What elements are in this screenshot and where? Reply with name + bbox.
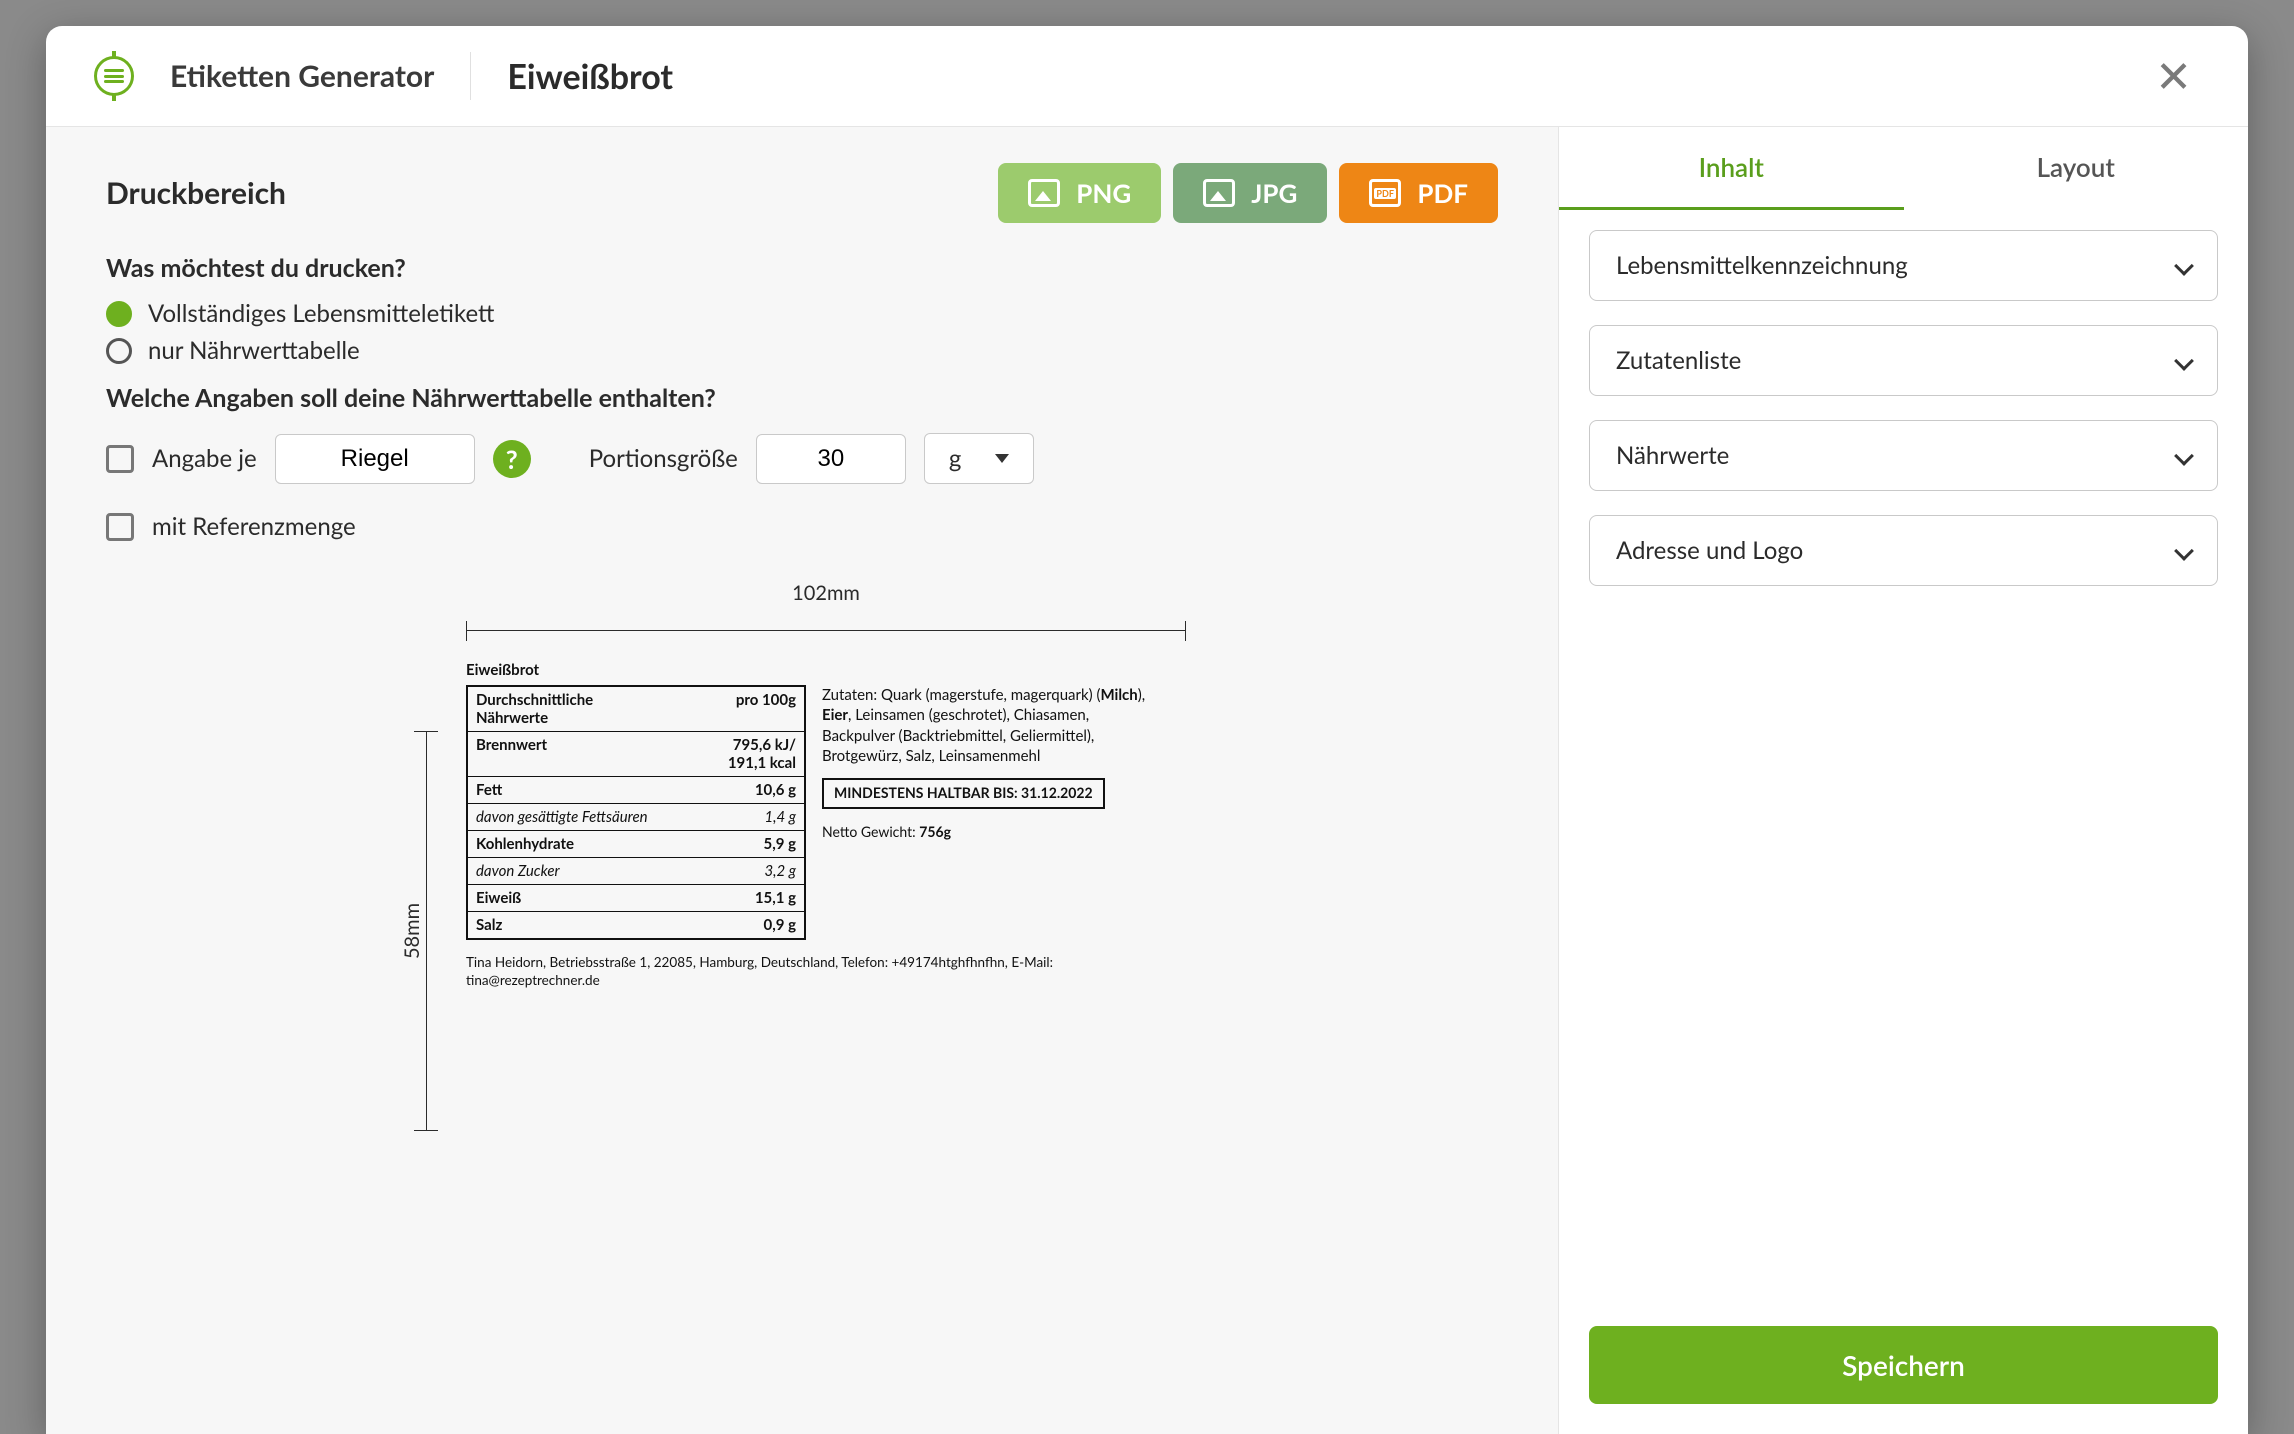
dimension-height-value: 58mm — [400, 903, 424, 959]
divider — [470, 52, 471, 100]
nutr-row-key: Eiweiß — [476, 889, 521, 907]
radio-full-label-row[interactable]: Vollständiges Lebensmitteletikett — [106, 299, 1498, 328]
nutr-row-key: davon Zucker — [476, 862, 560, 880]
reference-amount-label: mit Referenzmenge — [152, 512, 356, 541]
nutr-row-key: Salz — [476, 916, 502, 934]
net-weight-value: 756g — [919, 823, 951, 840]
ingredients-block: Zutaten: Quark (magerstufe, magerquark) … — [822, 685, 1152, 940]
accordion-address-logo[interactable]: Adresse und Logo — [1589, 515, 2218, 586]
preview-product-title: Eiweißbrot — [466, 661, 1186, 679]
nutr-row-value: 1,4 g — [764, 808, 796, 826]
dimension-width-value: 102mm — [792, 581, 860, 605]
export-png-button[interactable]: PNG — [998, 163, 1161, 223]
checkbox-reference-amount[interactable] — [106, 513, 134, 541]
nutr-row-value: 3,2 g — [764, 862, 796, 880]
question-what-print: Was möchtest du drucken? — [106, 253, 1498, 283]
best-before-box: MINDESTENS HALTBAR BIS: 31.12.2022 — [822, 778, 1105, 809]
nutr-row-key: Fett — [476, 781, 502, 799]
chevron-down-icon — [2174, 351, 2194, 371]
caret-down-icon — [995, 454, 1009, 463]
section-title: Druckbereich — [106, 175, 286, 211]
nutr-row-key: Brennwert — [476, 736, 547, 772]
net-weight: Netto Gewicht: 756g — [822, 823, 1152, 842]
question-nutrition-contents: Welche Angaben soll deine Nährwerttabell… — [106, 383, 1498, 413]
nutr-row-key: Kohlenhydrate — [476, 835, 574, 853]
nutr-header-right: pro 100g — [736, 691, 796, 727]
export-pdf-button[interactable]: PDF — [1339, 163, 1498, 223]
export-png-label: PNG — [1076, 177, 1131, 209]
accordion-list: Lebensmittelkennzeichnung Zutatenliste N… — [1559, 210, 2248, 1302]
accordion-label: Zutatenliste — [1616, 346, 1741, 375]
app-logo-icon — [94, 56, 134, 96]
nutr-row-value: 795,6 kJ/ 191,1 kcal — [728, 736, 796, 772]
help-icon[interactable]: ? — [493, 440, 531, 478]
radio-nutrition-only-text: nur Nährwerttabelle — [148, 336, 360, 365]
app-title: Etiketten Generator — [170, 58, 434, 94]
right-pane: Inhalt Layout Lebensmittelkennzeichnung … — [1558, 127, 2248, 1434]
dimension-height: 58mm — [406, 731, 446, 1131]
tab-layout[interactable]: Layout — [1904, 127, 2249, 210]
accordion-nutrition[interactable]: Nährwerte — [1589, 420, 2218, 491]
accordion-ingredients[interactable]: Zutatenliste — [1589, 325, 2218, 396]
mhd-value: 31.12.2022 — [1021, 784, 1093, 801]
mhd-label: MINDESTENS HALTBAR BIS: — [834, 784, 1018, 801]
ingredients-text: Zutaten: Quark (magerstufe, magerquark) … — [822, 685, 1152, 766]
tabs: Inhalt Layout — [1559, 127, 2248, 210]
portion-size-input[interactable] — [756, 434, 906, 484]
nutr-row-value: 15,1 g — [755, 889, 796, 907]
nutr-row-value: 0,9 g — [764, 916, 796, 934]
label-preview-wrap: 102mm 58mm Eiweißbrot Durchschnittlic — [106, 591, 1498, 989]
radio-unselected-icon — [106, 338, 132, 364]
label-preview: Eiweißbrot Durchschnittliche Nährwerte p… — [466, 661, 1186, 989]
export-jpg-label: JPG — [1251, 177, 1297, 209]
nutr-row-key: davon gesättigte Fettsäuren — [476, 808, 648, 826]
image-icon — [1203, 179, 1235, 207]
chevron-down-icon — [2174, 541, 2194, 561]
chevron-down-icon — [2174, 256, 2194, 276]
radio-full-label-text: Vollständiges Lebensmitteletikett — [148, 299, 494, 328]
radio-selected-icon — [106, 301, 132, 327]
left-pane: Druckbereich PNG JPG PDF Was möchtest du… — [46, 127, 1558, 1434]
label-generator-modal: Etiketten Generator Eiweißbrot ✕ Druckbe… — [46, 26, 2248, 1434]
address-line: Tina Heidorn, Betriebsstraße 1, 22085, H… — [466, 954, 1146, 989]
unit-select[interactable]: g — [924, 433, 1034, 484]
nutrition-table: Durchschnittliche Nährwerte pro 100g Bre… — [466, 685, 806, 940]
dimension-width: 102mm — [466, 591, 1186, 631]
accordion-label: Adresse und Logo — [1616, 536, 1803, 565]
net-weight-label: Netto Gewicht: — [822, 823, 916, 840]
angabe-je-input[interactable] — [275, 434, 475, 484]
nutr-header-left: Durchschnittliche Nährwerte — [476, 691, 646, 727]
checkbox-angabe-je[interactable] — [106, 445, 134, 473]
angabe-je-label: Angabe je — [152, 444, 257, 473]
export-buttons: PNG JPG PDF — [998, 163, 1498, 223]
close-button[interactable]: ✕ — [2147, 50, 2200, 102]
chevron-down-icon — [2174, 446, 2194, 466]
radio-nutrition-only-row[interactable]: nur Nährwerttabelle — [106, 336, 1498, 365]
export-pdf-label: PDF — [1417, 177, 1468, 209]
accordion-label: Lebensmittelkennzeichnung — [1616, 251, 1908, 280]
recipe-title: Eiweißbrot — [507, 56, 673, 97]
unit-value: g — [949, 444, 961, 473]
save-button[interactable]: Speichern — [1589, 1326, 2218, 1404]
portion-size-label: Portionsgröße — [589, 444, 738, 473]
accordion-food-labeling[interactable]: Lebensmittelkennzeichnung — [1589, 230, 2218, 301]
pdf-icon — [1369, 179, 1401, 207]
nutr-row-value: 5,9 g — [764, 835, 796, 853]
accordion-label: Nährwerte — [1616, 441, 1729, 470]
nutr-row-value: 10,6 g — [755, 781, 796, 799]
tab-content[interactable]: Inhalt — [1559, 127, 1904, 210]
modal-body: Druckbereich PNG JPG PDF Was möchtest du… — [46, 127, 2248, 1434]
modal-header: Etiketten Generator Eiweißbrot ✕ — [46, 26, 2248, 127]
image-icon — [1028, 179, 1060, 207]
export-jpg-button[interactable]: JPG — [1173, 163, 1327, 223]
